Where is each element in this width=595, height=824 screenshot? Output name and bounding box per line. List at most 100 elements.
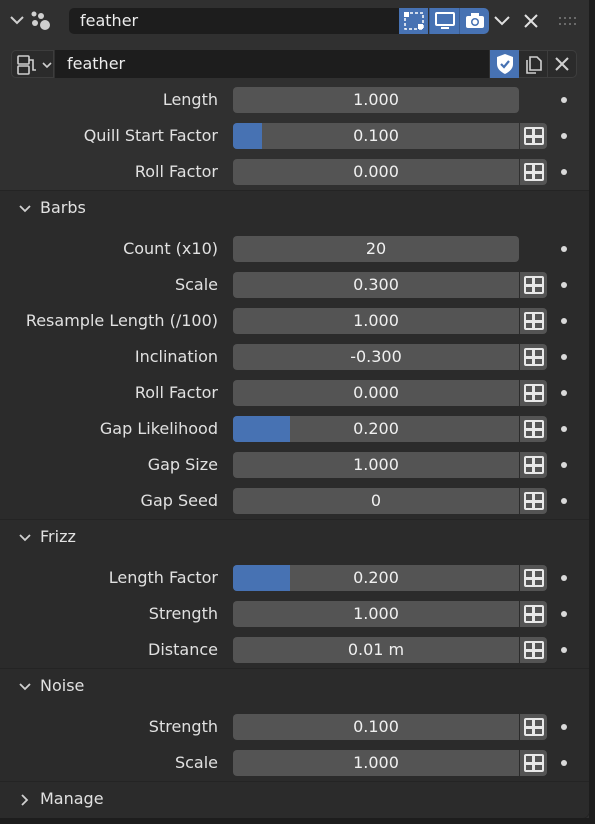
- driver-icon: [523, 163, 544, 181]
- driver-icon: [523, 348, 544, 366]
- property-value: 0: [370, 491, 382, 510]
- render-toggle[interactable]: [459, 8, 489, 34]
- scale-field[interactable]: 0.300: [233, 272, 519, 298]
- gap-size-field[interactable]: 1.000: [233, 452, 519, 478]
- quill-start-factor-field[interactable]: 0.100: [233, 123, 519, 149]
- property-row-strength: Strength 0.100: [0, 713, 589, 741]
- keyframe-dot-icon[interactable]: [561, 426, 567, 432]
- inclination-field[interactable]: -0.300: [233, 344, 519, 370]
- driver-icon: [523, 641, 544, 659]
- keyframe-dot-icon[interactable]: [561, 760, 567, 766]
- input-socket-toggle-button[interactable]: [520, 637, 547, 663]
- gap-seed-field[interactable]: 0: [233, 488, 519, 514]
- input-socket-toggle-button[interactable]: [520, 750, 547, 776]
- property-row-length: Length 1.000: [0, 86, 589, 114]
- property-label: Length Factor: [108, 568, 218, 587]
- subpanel-header-barbs[interactable]: Barbs: [0, 191, 589, 227]
- driver-icon: [523, 569, 544, 587]
- particle-system-name-field[interactable]: feather: [69, 8, 399, 34]
- subpanel-header-frizz[interactable]: Frizz: [0, 520, 589, 556]
- duplicate-node-group-button[interactable]: [519, 50, 548, 78]
- input-socket-toggle-button[interactable]: [520, 601, 547, 627]
- viewport-toggle[interactable]: [429, 8, 459, 34]
- property-value: 0.100: [353, 126, 399, 145]
- resample-length-100-field[interactable]: 1.000: [233, 308, 519, 334]
- keyframe-dot-icon[interactable]: [561, 647, 567, 653]
- property-label: Inclination: [134, 347, 218, 366]
- property-label: Scale: [174, 275, 218, 294]
- close-icon[interactable]: [522, 12, 540, 30]
- keyframe-dot-icon[interactable]: [561, 282, 567, 288]
- window-edge: [589, 0, 595, 824]
- subpanel-body-noise: Strength 0.100 Scale 1.000: [0, 705, 589, 781]
- roll-factor-field[interactable]: 0.000: [233, 159, 519, 185]
- property-label: Scale: [174, 753, 218, 772]
- collapse-chevron-icon[interactable]: [9, 10, 25, 30]
- keyframe-dot-icon[interactable]: [561, 354, 567, 360]
- strength-field[interactable]: 1.000: [233, 601, 519, 627]
- driver-icon: [523, 754, 544, 772]
- unlink-node-group-button[interactable]: [548, 50, 577, 78]
- property-label: Gap Size: [147, 455, 218, 474]
- driver-icon: [523, 605, 544, 623]
- input-socket-toggle-button[interactable]: [520, 123, 547, 149]
- property-value: 0.000: [353, 162, 399, 181]
- keyframe-dot-icon[interactable]: [561, 724, 567, 730]
- roll-factor-field[interactable]: 0.000: [233, 380, 519, 406]
- gap-likelihood-field[interactable]: 0.200: [233, 416, 519, 442]
- input-socket-toggle-button[interactable]: [520, 159, 547, 185]
- node-group-browse-button[interactable]: [11, 50, 54, 78]
- property-label: Roll Factor: [134, 383, 218, 402]
- strength-field[interactable]: 0.100: [233, 714, 519, 740]
- property-label: Length: [162, 90, 218, 109]
- input-socket-toggle-button[interactable]: [520, 488, 547, 514]
- shield-icon: [496, 54, 513, 74]
- property-label: Count (x10): [123, 239, 218, 258]
- keyframe-dot-icon[interactable]: [561, 97, 567, 103]
- node-group-name-field[interactable]: feather: [55, 50, 489, 78]
- distance-field[interactable]: 0.01 m: [233, 637, 519, 663]
- keyframe-dot-icon[interactable]: [561, 611, 567, 617]
- chevron-down-icon[interactable]: [493, 12, 511, 30]
- keyframe-dot-icon[interactable]: [561, 462, 567, 468]
- property-label: Gap Seed: [140, 491, 218, 510]
- keyframe-dot-icon[interactable]: [561, 133, 567, 139]
- keyframe-dot-icon[interactable]: [561, 575, 567, 581]
- window-edge: [0, 818, 595, 824]
- keyframe-dot-icon[interactable]: [561, 498, 567, 504]
- keyframe-dot-icon[interactable]: [561, 246, 567, 252]
- keyframe-dot-icon[interactable]: [561, 390, 567, 396]
- property-row-gap-size: Gap Size 1.000: [0, 451, 589, 479]
- input-socket-toggle-button[interactable]: [520, 308, 547, 334]
- scale-field[interactable]: 1.000: [233, 750, 519, 776]
- drag-grip-icon[interactable]: [558, 14, 578, 28]
- fake-user-toggle[interactable]: [490, 50, 519, 78]
- edit-mode-toggle[interactable]: [399, 8, 428, 34]
- property-value: 1.000: [353, 90, 399, 109]
- duplicate-icon: [526, 56, 542, 74]
- input-socket-toggle-button[interactable]: [520, 344, 547, 370]
- input-socket-toggle-button[interactable]: [520, 565, 547, 591]
- property-value: 0.100: [353, 717, 399, 736]
- length-factor-field[interactable]: 0.200: [233, 565, 519, 591]
- input-socket-toggle-button[interactable]: [520, 452, 547, 478]
- subpanel-header-noise[interactable]: Noise: [0, 669, 589, 705]
- keyframe-dot-icon[interactable]: [561, 318, 567, 324]
- input-socket-toggle-button[interactable]: [520, 272, 547, 298]
- property-row-roll-factor: Roll Factor 0.000: [0, 158, 589, 186]
- property-label: Quill Start Factor: [83, 126, 218, 145]
- input-socket-toggle-button[interactable]: [520, 380, 547, 406]
- property-row-gap-likelihood: Gap Likelihood 0.200: [0, 415, 589, 443]
- length-field[interactable]: 1.000: [233, 87, 519, 113]
- property-value: 0.200: [353, 419, 399, 438]
- input-socket-toggle-button[interactable]: [520, 714, 547, 740]
- property-value: 20: [365, 239, 387, 258]
- particles-icon: [31, 11, 50, 30]
- subpanel-body-barbs: Count (x10) 20 Scale 0.300 Resample Length (…: [0, 227, 589, 519]
- keyframe-dot-icon[interactable]: [561, 169, 567, 175]
- count-x10-field[interactable]: 20: [233, 236, 519, 262]
- subpanel-header-manage[interactable]: Manage: [0, 782, 589, 818]
- chevron-right-icon: [21, 794, 29, 806]
- input-socket-toggle-button[interactable]: [520, 416, 547, 442]
- property-value: 1.000: [353, 311, 399, 330]
